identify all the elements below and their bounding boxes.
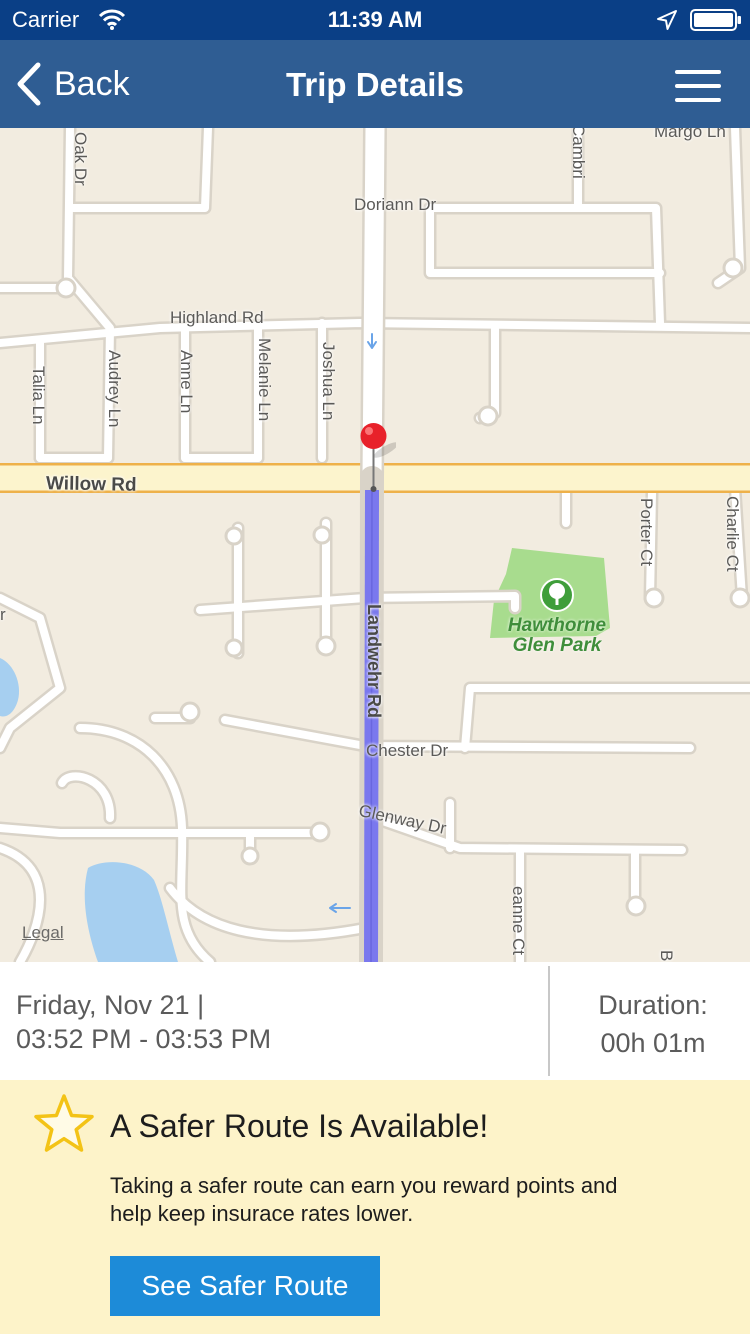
star-icon	[34, 1094, 94, 1152]
road-label-jeanne: eanne Ct	[509, 886, 528, 955]
safer-route-banner: A Safer Route Is Available! Taking a saf…	[0, 1080, 750, 1334]
map-pin-icon[interactable]	[356, 422, 396, 494]
road-label-charlie: Charlie Ct	[723, 496, 742, 572]
duration-label: Duration:	[598, 990, 708, 1020]
road-label-willow: Willow Rd	[45, 473, 137, 496]
road-label-landwehr: Landwehr Rd	[364, 604, 384, 719]
status-bar: Carrier 11:39 AM	[0, 0, 750, 40]
road-label-chester: Chester Dr	[366, 741, 449, 760]
road-label-anne: Anne Ln	[177, 350, 196, 414]
road-label-joshua: Joshua Ln	[319, 342, 338, 421]
back-chevron-icon	[17, 62, 41, 106]
safer-route-title: A Safer Route Is Available!	[110, 1108, 489, 1144]
park-label: Hawthorne Glen Park	[507, 615, 607, 656]
tree-icon	[540, 578, 574, 612]
road-label-edge-r: r	[0, 605, 6, 624]
road-label-audrey: Audrey Ln	[105, 350, 124, 428]
battery-icon	[690, 9, 741, 31]
trip-date-time: Friday, Nov 21 | 03:52 PM - 03:53 PM	[16, 988, 271, 1056]
trip-summary: Friday, Nov 21 | 03:52 PM - 03:53 PM Dur…	[0, 962, 750, 1080]
road-label-cambridge: Cambri	[569, 128, 588, 179]
divider	[548, 966, 550, 1076]
trip-map[interactable]: Doriann Dr Margo Ln Cambri Oak Dr Highla…	[0, 128, 750, 962]
road-label-porter: Porter Ct	[637, 498, 656, 567]
back-label: Back	[54, 64, 130, 103]
legal-link[interactable]: Legal	[22, 923, 64, 943]
road-label-highland: Highland Rd	[170, 308, 264, 327]
back-button[interactable]: Back	[14, 60, 130, 108]
navigation-bar: Back Trip Details	[0, 40, 750, 128]
road-label-margo: Margo Ln	[654, 128, 726, 141]
duration-value: 00h 01m	[600, 1028, 706, 1058]
road-label-melanie: Melanie Ln	[255, 338, 274, 422]
safer-route-description: Taking a safer route can earn you reward…	[110, 1173, 618, 1226]
trip-date: Friday, Nov 21 |	[16, 990, 205, 1020]
location-arrow-icon	[657, 10, 677, 30]
road-label-oak: Oak Dr	[71, 132, 90, 186]
trip-time-range: 03:52 PM - 03:53 PM	[16, 1024, 272, 1054]
status-time: 11:39 AM	[327, 7, 423, 32]
road-label-doriann: Doriann Dr	[354, 195, 437, 214]
road-label-talia: Talia Ln	[29, 366, 48, 425]
road-label-edge-b: B	[657, 950, 676, 962]
see-safer-route-button[interactable]: See Safer Route	[110, 1256, 380, 1316]
trip-duration: Duration: 00h 01m	[556, 986, 750, 1062]
hamburger-menu-icon[interactable]	[672, 64, 724, 104]
